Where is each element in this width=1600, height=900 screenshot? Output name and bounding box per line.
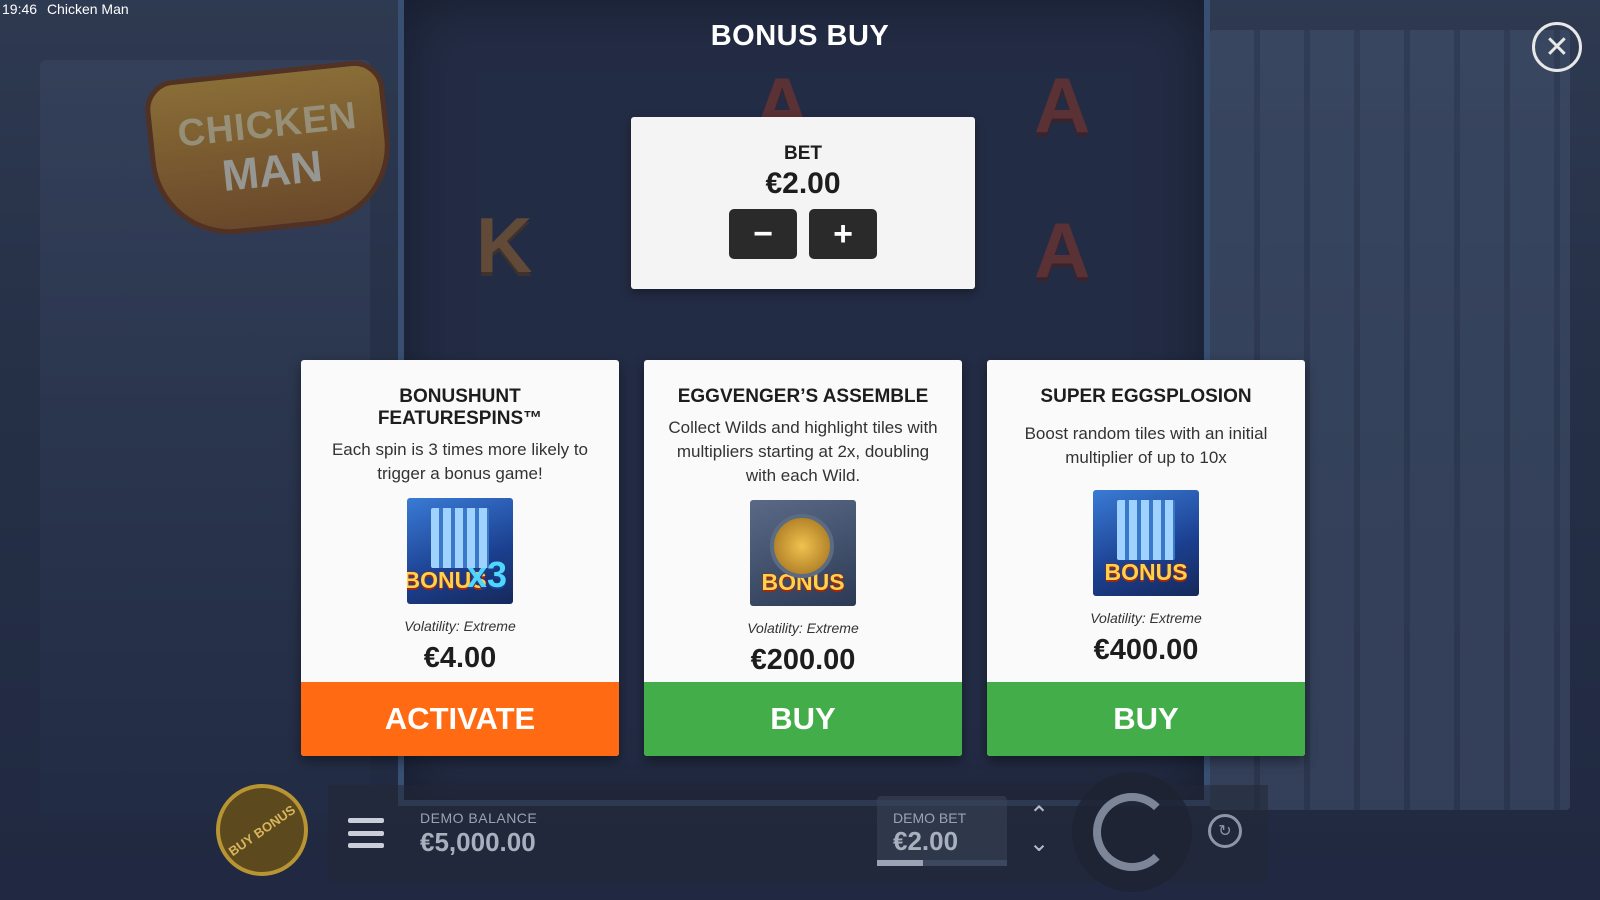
bonus-image-multiplier: x3 bbox=[466, 554, 507, 595]
bet-panel: BET €2.00 − + bbox=[631, 117, 975, 289]
bonus-card-eggvengers: EGGVENGER’S ASSEMBLE Collect Wilds and h… bbox=[644, 360, 962, 756]
bet-value: €2.00 bbox=[765, 167, 841, 200]
status-bar: 19:46 Chicken Man bbox=[0, 0, 137, 18]
vault-icon bbox=[770, 514, 834, 578]
card-title-line: EGGVENGER’S ASSEMBLE bbox=[677, 386, 929, 407]
chevron-up-icon[interactable]: ⌃ bbox=[1024, 802, 1054, 830]
bet-decrease-button[interactable]: − bbox=[729, 209, 797, 259]
card-description: Collect Wilds and highlight tiles with m… bbox=[668, 418, 938, 485]
demo-bet[interactable]: DEMO BET €2.00 bbox=[877, 796, 1007, 866]
card-title: EGGVENGER’S ASSEMBLE bbox=[644, 386, 962, 408]
card-title-line: BONUSHUNT bbox=[399, 386, 521, 407]
minus-icon: − bbox=[753, 214, 773, 253]
status-app-name: Chicken Man bbox=[46, 1, 129, 17]
bet-adjust-arrows[interactable]: ⌃ ⌄ bbox=[1024, 802, 1054, 862]
bonus-image-text: BONUS bbox=[1104, 559, 1188, 585]
bonus-image: BONUS bbox=[1093, 490, 1199, 596]
autoplay-icon: ↻ bbox=[1218, 823, 1232, 840]
close-icon: ✕ bbox=[1544, 30, 1570, 64]
menu-button[interactable] bbox=[348, 818, 384, 848]
card-price: €4.00 bbox=[423, 642, 497, 674]
autoplay-button[interactable]: ↻ bbox=[1208, 814, 1242, 848]
bet-label: BET bbox=[784, 143, 822, 164]
modal-title: BONUS BUY bbox=[710, 20, 890, 52]
demo-balance: DEMO BALANCE €5,000.00 bbox=[420, 810, 537, 858]
building-icon bbox=[1117, 500, 1175, 560]
bonus-card-bonushunt: BONUSHUNT FEATURESPINS™ Each spin is 3 t… bbox=[301, 360, 619, 756]
bonus-image: BONUS x3 bbox=[407, 498, 513, 604]
card-volatility: Volatility: Extreme bbox=[747, 620, 859, 636]
bonus-card-super-eggsplosion: SUPER EGGSPLOSION Boost random tiles wit… bbox=[987, 360, 1305, 756]
bet-level-bar bbox=[877, 860, 1007, 866]
bet-increase-button[interactable]: + bbox=[809, 209, 877, 259]
balance-value: €5,000.00 bbox=[420, 827, 536, 857]
close-button[interactable]: ✕ bbox=[1532, 22, 1582, 72]
plus-icon: + bbox=[833, 214, 853, 253]
card-price: €400.00 bbox=[1093, 634, 1199, 666]
buy-button[interactable]: BUY bbox=[644, 682, 962, 756]
card-description: Boost random tiles with an initial multi… bbox=[1024, 424, 1268, 467]
card-volatility: Volatility: Extreme bbox=[404, 618, 516, 634]
demo-bet-value: €2.00 bbox=[893, 826, 959, 856]
card-price: €200.00 bbox=[750, 644, 856, 676]
status-time: 19:46 bbox=[2, 1, 38, 17]
bet-level-fill bbox=[877, 860, 923, 866]
buy-button[interactable]: BUY bbox=[987, 682, 1305, 756]
spin-icon bbox=[1093, 793, 1171, 871]
card-description: Each spin is 3 times more likely to trig… bbox=[331, 440, 589, 483]
card-volatility: Volatility: Extreme bbox=[1090, 610, 1202, 626]
spin-button[interactable] bbox=[1072, 772, 1192, 892]
card-title: SUPER EGGSPLOSION bbox=[987, 386, 1305, 408]
card-title-line: SUPER EGGSPLOSION bbox=[1040, 386, 1252, 407]
card-title-line: FEATURESPINS™ bbox=[377, 408, 543, 429]
chevron-down-icon[interactable]: ⌄ bbox=[1024, 830, 1054, 858]
balance-label: DEMO BALANCE bbox=[420, 810, 538, 826]
buy-bonus-label: BUY BONUS bbox=[225, 801, 299, 859]
bonus-image: BONUS bbox=[750, 500, 856, 606]
buy-bonus-button[interactable]: BUY BONUS bbox=[216, 784, 308, 876]
demo-bet-label: DEMO BET bbox=[893, 810, 967, 826]
activate-button[interactable]: ACTIVATE bbox=[301, 682, 619, 756]
card-title: BONUSHUNT FEATURESPINS™ bbox=[301, 386, 619, 430]
